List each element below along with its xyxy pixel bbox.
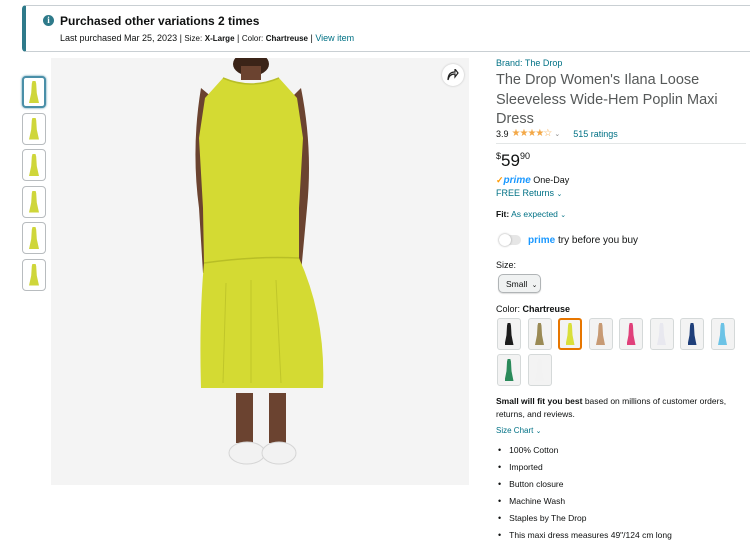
prime-delivery: ✓prime One-Day — [496, 175, 569, 186]
prime-logo: prime — [503, 175, 531, 186]
chevron-down-icon: ⌄ — [535, 428, 542, 435]
size-label: Size: — [496, 260, 517, 270]
product-title: The Drop Women's Ilana Loose Sleeveless … — [496, 72, 718, 127]
feature-bullets: 100% Cotton Imported Button closure Mach… — [498, 441, 748, 543]
fit-label: Fit: — [496, 209, 510, 219]
view-item-link[interactable]: View item — [315, 33, 354, 43]
dress-thumbnail-image — [29, 117, 39, 140]
banner-title: Purchased other variations 2 times — [60, 14, 260, 28]
divider — [496, 143, 746, 144]
chevron-down-icon[interactable]: ⌄ — [560, 212, 566, 219]
swatch-dress-image — [565, 323, 575, 345]
chevron-down-icon: ⌄ — [556, 191, 563, 198]
color-swatch[interactable] — [680, 318, 704, 350]
fit-row: Fit: As expected ⌄ — [496, 209, 566, 219]
last-purchased: Last purchased Mar 25, 2023 — [60, 33, 178, 43]
swatch-dress-image — [657, 323, 666, 345]
star-rating-icon[interactable]: ★★★★☆ — [512, 128, 553, 139]
swatch-dress-image — [535, 359, 544, 381]
price: $5990 — [496, 151, 530, 171]
swatch-dress-image — [687, 323, 697, 345]
swatch-dress-image — [535, 323, 544, 345]
color-label: Color: — [496, 304, 521, 314]
prime-delivery-text: One-Day — [533, 175, 570, 185]
color-swatch[interactable] — [497, 318, 521, 350]
thumbnail[interactable] — [22, 112, 46, 145]
purchase-history-banner: i Purchased other variations 2 times Las… — [22, 5, 750, 52]
size-recommendation-bold: Small will fit you best — [496, 396, 583, 406]
tbyb-text: try before you buy — [558, 235, 639, 246]
size-label: Size: — [184, 34, 203, 43]
price-whole: 59 — [501, 151, 520, 170]
thumbnail[interactable] — [22, 76, 46, 108]
rating-value: 3.9 — [496, 128, 509, 139]
feature-bullet: Staples by The Drop — [498, 509, 748, 526]
color-value: Chartreuse — [265, 34, 308, 43]
banner-details: Last purchased Mar 25, 2023 | Size: X-La… — [60, 33, 355, 43]
thumbnail-strip — [22, 76, 48, 295]
thumbnail[interactable] — [22, 185, 46, 218]
size-chart-link[interactable]: Size Chart ⌄ — [496, 426, 541, 435]
color-swatch[interactable] — [619, 318, 643, 350]
color-swatch[interactable] — [558, 318, 582, 350]
chevron-down-icon[interactable]: ⌄ — [554, 130, 560, 138]
feature-bullet: 100% Cotton — [498, 441, 748, 458]
info-icon: i — [43, 15, 54, 26]
size-recommendation: Small will fit you best based on million… — [496, 395, 746, 420]
swatch-dress-image — [718, 323, 727, 345]
feature-bullet: Button closure — [498, 475, 748, 492]
prime-logo: prime — [528, 235, 556, 246]
dress-thumbnail-image — [29, 190, 39, 213]
size-value: X-Large — [204, 34, 235, 43]
ratings-count-link[interactable]: 515 ratings — [573, 129, 618, 139]
thumbnail[interactable] — [22, 258, 46, 291]
model-in-dress-illustration — [195, 52, 324, 465]
price-fraction: 90 — [519, 151, 530, 161]
size-selected-value: Small — [506, 279, 528, 289]
prime-check-icon: ✓ — [496, 175, 504, 185]
brand-link[interactable]: Brand: The Drop — [496, 58, 562, 68]
fit-value-link[interactable]: As expected — [511, 209, 558, 219]
rating-row: 3.9 ★★★★☆ ⌄ 515 ratings — [496, 128, 618, 139]
color-label: Color: — [241, 34, 264, 43]
chevron-down-icon: ⌄ — [531, 282, 538, 289]
dress-thumbnail-image — [29, 263, 39, 286]
main-product-image[interactable] — [51, 52, 469, 485]
free-returns-label: FREE Returns — [496, 188, 555, 198]
share-arrow-icon — [447, 69, 459, 81]
try-before-you-buy: prime try before you buy — [528, 235, 638, 246]
dress-thumbnail-image — [29, 227, 39, 249]
free-returns-link[interactable]: FREE Returns ⌄ — [496, 188, 562, 198]
feature-bullet: Imported — [498, 458, 748, 475]
thumbnail[interactable] — [22, 222, 46, 254]
share-button[interactable] — [442, 64, 464, 86]
color-swatch[interactable] — [527, 354, 552, 386]
color-swatch[interactable] — [649, 318, 674, 350]
color-selected-value: Chartreuse — [522, 304, 571, 314]
dress-thumbnail-image — [29, 154, 39, 176]
swatch-dress-image — [596, 323, 605, 345]
color-swatch[interactable] — [588, 318, 613, 350]
feature-bullet: Machine Wash — [498, 492, 748, 509]
color-swatch[interactable] — [497, 354, 521, 386]
color-swatch[interactable] — [527, 318, 552, 350]
dress-thumbnail-image — [29, 81, 39, 103]
size-chart-label: Size Chart — [496, 426, 534, 435]
color-row: Color: Chartreuse — [496, 304, 570, 314]
swatch-dress-image — [504, 323, 514, 345]
thumbnail[interactable] — [22, 149, 46, 181]
swatch-dress-image — [626, 323, 636, 345]
size-dropdown[interactable]: Small ⌄ — [498, 274, 541, 293]
try-before-you-buy-toggle[interactable] — [499, 234, 521, 246]
feature-bullet: This maxi dress measures 49"/124 cm long — [498, 526, 748, 543]
swatch-dress-image — [504, 359, 514, 381]
color-swatch[interactable] — [710, 318, 735, 350]
